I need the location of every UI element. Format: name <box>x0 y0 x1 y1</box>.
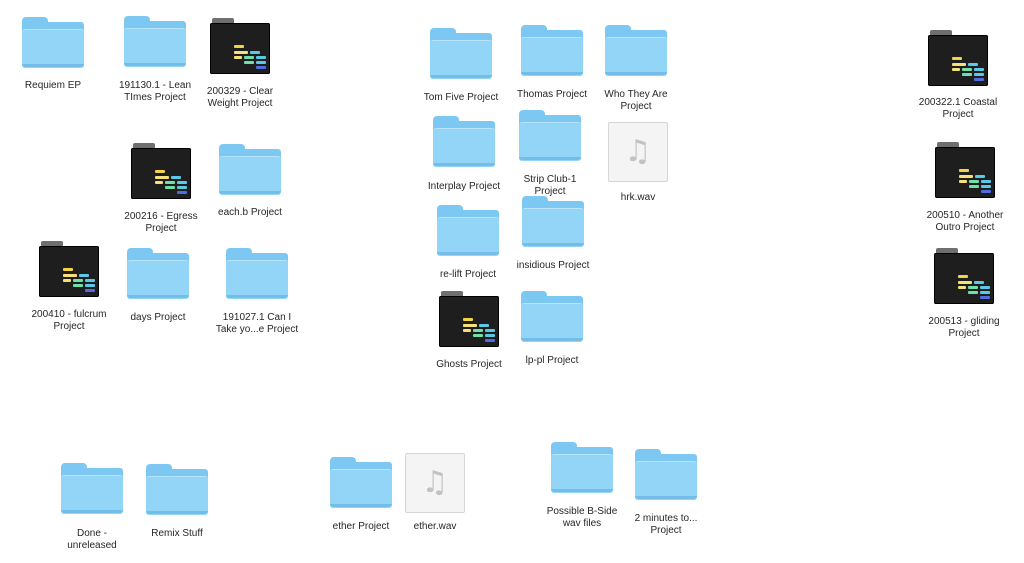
ableton-project-icon[interactable] <box>131 143 191 199</box>
desktop-item-insidious-project[interactable]: insidious Project <box>498 196 608 286</box>
desktop-item-200322-1-coastal-project[interactable]: 200322.1 Coastal Project <box>903 30 1013 123</box>
desktop-item-200329-clear-weight-project[interactable]: 200329 - Clear Weight Project <box>185 18 295 112</box>
folder-icon[interactable] <box>519 110 581 161</box>
item-label[interactable]: Requiem EP <box>0 80 108 92</box>
desktop-item-200510-another-outro-project[interactable]: 200510 - Another Outro Project <box>910 142 1020 236</box>
folder-icon[interactable] <box>219 144 281 195</box>
music-note-icon: ♫ <box>421 465 449 500</box>
desktop-item-191027-1-can-i-take-yo-e-project[interactable]: 191027.1 Can I Take yo...e Project <box>202 248 312 338</box>
folder-icon[interactable] <box>433 116 495 167</box>
folder-icon[interactable] <box>124 16 186 67</box>
ableton-project-icon[interactable] <box>928 30 988 86</box>
desktop-item-200513-gliding-project[interactable]: 200513 - gliding Project <box>909 248 1019 342</box>
folder-icon[interactable] <box>635 449 697 500</box>
ableton-project-icon[interactable] <box>935 142 995 198</box>
desktop-item-ether-wav[interactable]: ♫ ether.wav <box>380 453 490 547</box>
folder-icon[interactable] <box>226 248 288 299</box>
item-label[interactable]: Remix Stuff <box>122 528 232 540</box>
item-label[interactable]: 2 minutes to... Project <box>611 513 721 537</box>
folder-icon[interactable] <box>437 205 499 256</box>
folder-icon[interactable] <box>127 248 189 299</box>
music-note-icon: ♫ <box>624 134 652 169</box>
desktop-item-lp-pl-project[interactable]: lp-pl Project <box>497 291 607 381</box>
folder-icon[interactable] <box>551 442 613 493</box>
ableton-project-icon[interactable] <box>210 18 270 74</box>
desktop-item-each-b-project[interactable]: each.b Project <box>195 144 305 233</box>
folder-icon[interactable] <box>522 196 584 247</box>
item-label[interactable]: lp-pl Project <box>497 355 607 367</box>
item-label[interactable]: days Project <box>103 312 213 324</box>
audio-file-icon[interactable]: ♫ <box>405 453 465 513</box>
folder-icon[interactable] <box>22 17 84 68</box>
item-label[interactable]: 200329 - Clear Weight Project <box>185 86 295 110</box>
folder-icon[interactable] <box>146 464 208 515</box>
folder-icon[interactable] <box>521 291 583 342</box>
item-label[interactable]: 200322.1 Coastal Project <box>903 97 1013 121</box>
item-label[interactable]: 200510 - Another Outro Project <box>910 210 1020 234</box>
desktop-item-days-project[interactable]: days Project <box>103 248 213 338</box>
item-label[interactable]: 200513 - gliding Project <box>909 316 1019 340</box>
item-label[interactable]: ether.wav <box>380 521 490 533</box>
desktop-item-requiem-ep[interactable]: Requiem EP <box>0 17 108 106</box>
folder-icon[interactable] <box>605 25 667 76</box>
ableton-project-icon[interactable] <box>934 248 994 304</box>
folder-icon[interactable] <box>61 463 123 514</box>
desktop-item-who-they-are-project[interactable]: Who They Are Project <box>581 25 691 115</box>
desktop-item-2-minutes-to-project[interactable]: 2 minutes to... Project <box>611 449 721 539</box>
item-label[interactable]: each.b Project <box>195 207 305 219</box>
ableton-project-icon[interactable] <box>39 241 99 297</box>
audio-file-icon[interactable]: ♫ <box>608 122 668 182</box>
item-label[interactable]: 191027.1 Can I Take yo...e Project <box>202 312 312 336</box>
folder-icon[interactable] <box>521 25 583 76</box>
item-label[interactable]: insidious Project <box>498 260 608 272</box>
ableton-project-icon[interactable] <box>439 291 499 347</box>
folder-icon[interactable] <box>430 28 492 79</box>
desktop[interactable]: Requiem EP 191130.1 - Lean TImes Project 2… <box>0 0 1024 563</box>
desktop-item-remix-stuff[interactable]: Remix Stuff <box>122 464 232 554</box>
